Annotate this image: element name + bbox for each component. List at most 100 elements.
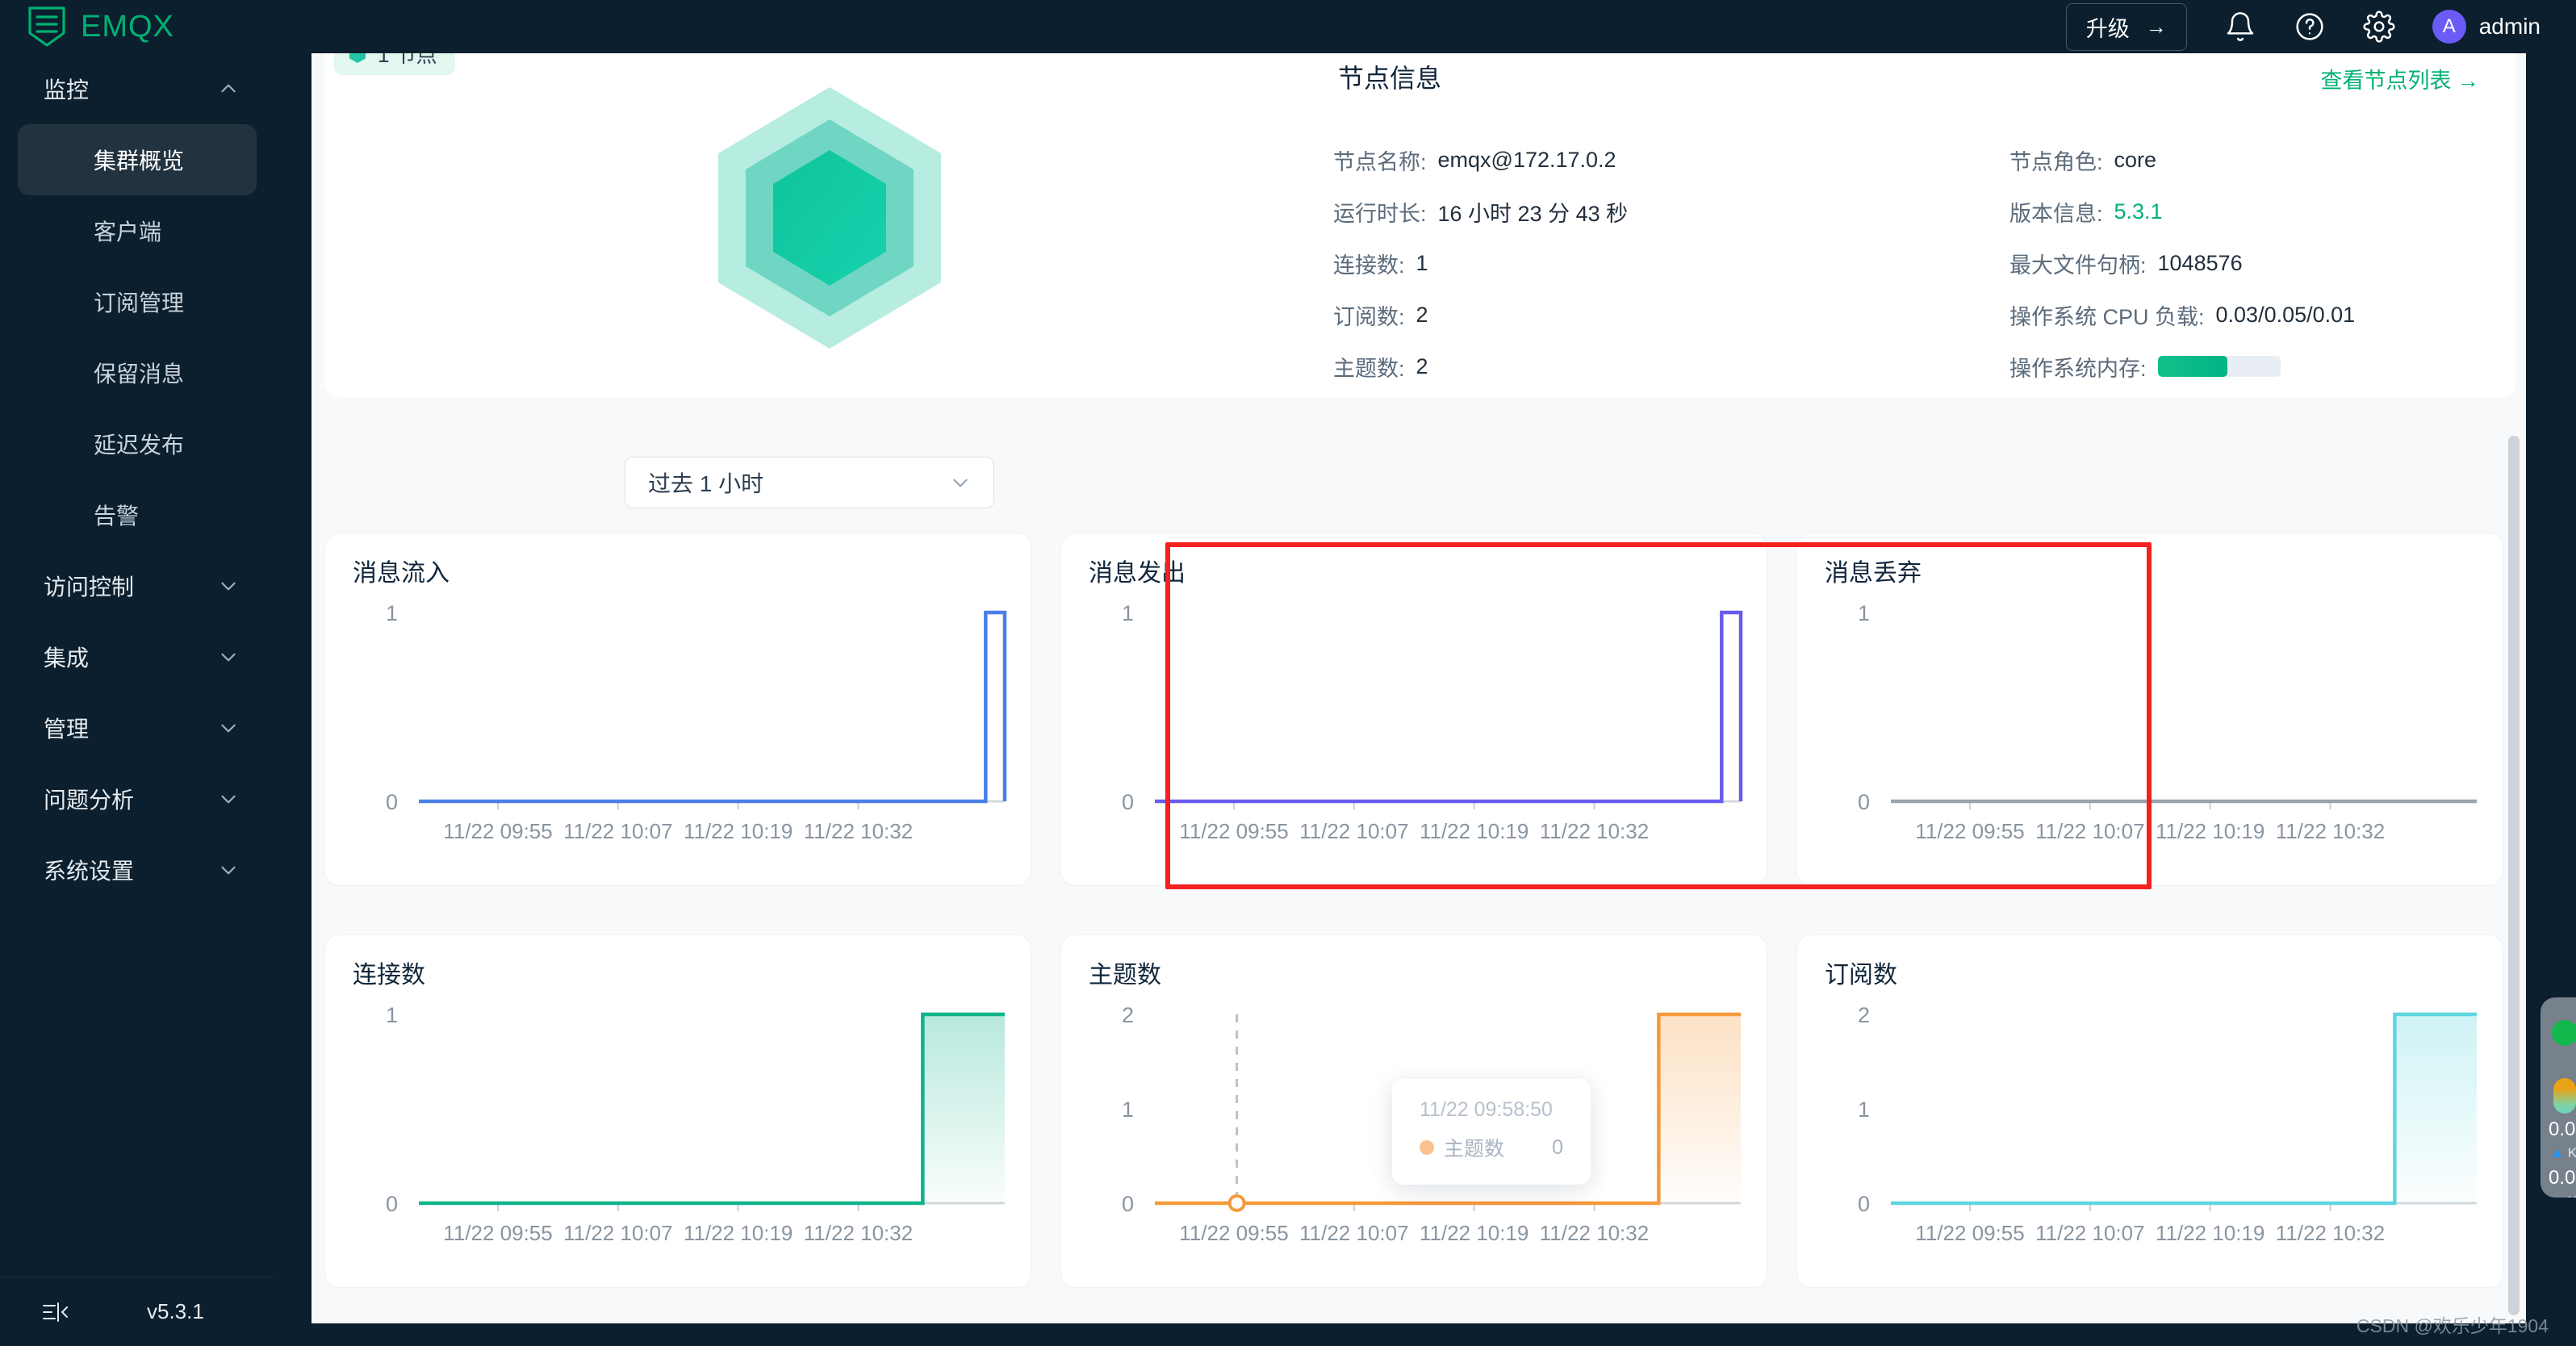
field-value: core: [2114, 147, 2157, 172]
sidebar-group-system-settings[interactable]: 系统设置: [0, 834, 274, 905]
svg-text:11/22 10:07: 11/22 10:07: [563, 819, 672, 843]
node-field-subscriptions: 订阅数: 2: [1333, 289, 1914, 341]
svg-text:11/22 10:32: 11/22 10:32: [2276, 1221, 2385, 1245]
sidebar-group-label: 访问控制: [44, 575, 135, 600]
sidebar-item-clients[interactable]: 客户端: [18, 195, 257, 266]
svg-text:11/22 10:19: 11/22 10:19: [2156, 1221, 2264, 1245]
field-label: 最大文件句柄:: [2009, 253, 2147, 278]
collapse-sidebar-icon[interactable]: [42, 1300, 69, 1324]
watermark: CSDN @欢乐少年1904: [2356, 1315, 2549, 1336]
chart-plot-connections[interactable]: 0 1 11/22 09:55 11/22 10:07 11/22 10:19 11/22…: [325, 935, 1031, 1287]
sidebar-item-retained-messages[interactable]: 保留消息: [18, 337, 257, 408]
upgrade-button[interactable]: 升级 →: [2065, 2, 2187, 51]
chart-card-msg-in: 消息流入 0 1 11/22 09:55 11/22 10:07 11/22 10:19…: [324, 533, 1031, 886]
svg-text:2: 2: [1858, 1003, 1870, 1027]
brand[interactable]: EMQX: [0, 6, 274, 48]
node-field-connections: 连接数: 1: [1333, 237, 1914, 289]
sidebar-item-label: 客户端: [94, 219, 162, 245]
svg-text:0: 0: [1122, 790, 1134, 814]
chart-plot-msg-out[interactable]: 0 1 11/22 09:55 11/22 10:07 11/22 10:19 11/22…: [1061, 533, 1767, 885]
svg-text:11/22 10:07: 11/22 10:07: [563, 1221, 672, 1245]
main-scrollbar[interactable]: [2508, 436, 2520, 1315]
chevron-down-icon: [218, 859, 239, 880]
download-speed-value: 0.0: [2549, 1167, 2576, 1189]
svg-text:0: 0: [386, 1192, 398, 1216]
svg-text:1: 1: [1122, 1097, 1134, 1122]
sidebar-item-label: 集群概览: [94, 148, 185, 173]
user-menu[interactable]: A admin: [2432, 10, 2540, 44]
field-value: 1048576: [2157, 250, 2243, 275]
view-node-list-link[interactable]: 查看节点列表 →: [2320, 63, 2479, 94]
field-label: 版本信息:: [2009, 201, 2103, 226]
chart-plot-msg-in[interactable]: 0 1 11/22 09:55 11/22 10:07 11/22 10:19 11/22…: [325, 533, 1031, 885]
svg-text:1: 1: [386, 1003, 398, 1027]
svg-text:11/22 10:19: 11/22 10:19: [684, 1221, 792, 1245]
sidebar-group-diagnostics[interactable]: 问题分析: [0, 763, 274, 834]
sidebar-item-label: 保留消息: [94, 362, 185, 387]
field-label: 连接数:: [1333, 253, 1405, 278]
svg-text:11/22 10:19: 11/22 10:19: [1420, 1221, 1528, 1245]
sidebar-group-access-control[interactable]: 访问控制: [0, 550, 274, 621]
svg-text:11/22 10:19: 11/22 10:19: [684, 819, 792, 843]
field-label: 操作系统内存:: [2009, 356, 2147, 381]
svg-text:11/22 09:55: 11/22 09:55: [1179, 819, 1288, 843]
emqx-shield-icon: [27, 6, 66, 48]
svg-text:11/22 10:32: 11/22 10:32: [2276, 819, 2385, 843]
field-label: 操作系统 CPU 负载:: [2009, 304, 2205, 329]
gauge-pill-icon: [2553, 1078, 2576, 1114]
download-speed-unit-row: ▼ K/s: [2550, 1193, 2576, 1198]
tooltip-series-value: 0: [1552, 1135, 1563, 1159]
sidebar-item-alarms[interactable]: 告警: [18, 479, 257, 550]
chevron-down-icon: [218, 717, 239, 738]
node-field-os-memory: 操作系统内存:: [2009, 341, 2526, 392]
chevron-down-icon: [218, 788, 239, 809]
gear-icon[interactable]: [2363, 10, 2395, 43]
field-label: 主题数:: [1333, 356, 1405, 381]
sidebar-group-label: 系统设置: [44, 859, 135, 884]
sidebar-item-delayed-publish[interactable]: 延迟发布: [18, 408, 257, 479]
network-speed-widget[interactable]: 0.0 ▲ K/s 0.0 ▼ K/s: [2540, 997, 2576, 1198]
svg-text:2: 2: [1122, 1003, 1134, 1027]
chart-card-msg-dropped: 消息丢弃 0 1 11/22 09:55 11/22 10:07 11/22 10:19…: [1796, 533, 2503, 886]
field-value: 2: [1416, 353, 1428, 378]
sidebar-group-management[interactable]: 管理: [0, 692, 274, 763]
time-range-select[interactable]: 过去 1 小时: [625, 457, 994, 508]
field-value: emqx@172.17.0.2: [1437, 147, 1616, 172]
sidebar-group-label: 监控: [44, 77, 90, 102]
question-circle-icon[interactable]: [2294, 10, 2326, 43]
chart-card-msg-out: 消息发出 0 1 11/22 09:55 11/22 10:07 11/22 10:19…: [1060, 533, 1767, 886]
svg-text:1: 1: [1122, 601, 1134, 625]
sidebar-group-integration[interactable]: 集成: [0, 621, 274, 692]
chart-plot-msg-dropped[interactable]: 0 1 11/22 09:55 11/22 10:07 11/22 10:19 11/22…: [1797, 533, 2503, 885]
arrow-down-icon: ▼: [2550, 1193, 2565, 1198]
svg-text:11/22 10:19: 11/22 10:19: [1420, 819, 1528, 843]
sidebar-group-monitoring[interactable]: 监控: [0, 53, 274, 124]
chevron-down-icon: [218, 646, 239, 667]
field-value: 16 小时 23 分 43 秒: [1437, 201, 1629, 226]
svg-text:11/22 10:07: 11/22 10:07: [1299, 1221, 1408, 1245]
chart-plot-subscriptions[interactable]: 0 1 2 11/22 09:55 11/22 10:07 11/22 10:19 11/2…: [1797, 935, 2503, 1287]
svg-text:11/22 10:19: 11/22 10:19: [2156, 819, 2264, 843]
tooltip-series-dot-icon: [1420, 1140, 1434, 1155]
chevron-down-icon: [218, 575, 239, 596]
tooltip-time: 11/22 09:58:50: [1420, 1098, 1553, 1121]
emqx-dashboard: EMQX 升级 → A admin 监控 集群概览 客户端 订阅管理 保留消息 …: [0, 0, 2576, 1346]
svg-text:0: 0: [1122, 1192, 1134, 1216]
field-value: 2: [1416, 302, 1428, 327]
svg-text:11/22 10:07: 11/22 10:07: [1299, 819, 1408, 843]
sidebar-item-label: 订阅管理: [94, 291, 185, 316]
sidebar: 监控 集群概览 客户端 订阅管理 保留消息 延迟发布 告警 访问控制 集成 管理…: [0, 53, 274, 1346]
username-label: admin: [2478, 14, 2540, 39]
svg-text:1: 1: [386, 601, 398, 625]
sidebar-item-subscriptions[interactable]: 订阅管理: [18, 266, 257, 337]
node-field-role: 节点角色: core: [2009, 134, 2526, 186]
chevron-up-icon: [218, 78, 239, 99]
emqx-hexagon-graphic: [680, 63, 1002, 370]
sidebar-footer: v5.3.1: [0, 1277, 274, 1346]
sidebar-item-label: 延迟发布: [94, 433, 185, 458]
bell-icon[interactable]: [2224, 10, 2256, 43]
chart-card-subscriptions: 订阅数 0 1 2 11/22 09:55 11/22 10:07 11/22 10:19…: [1796, 934, 2503, 1288]
brand-name: EMQX: [81, 9, 174, 44]
sidebar-item-label: 告警: [94, 504, 140, 529]
sidebar-item-cluster-overview[interactable]: 集群概览: [18, 124, 257, 195]
